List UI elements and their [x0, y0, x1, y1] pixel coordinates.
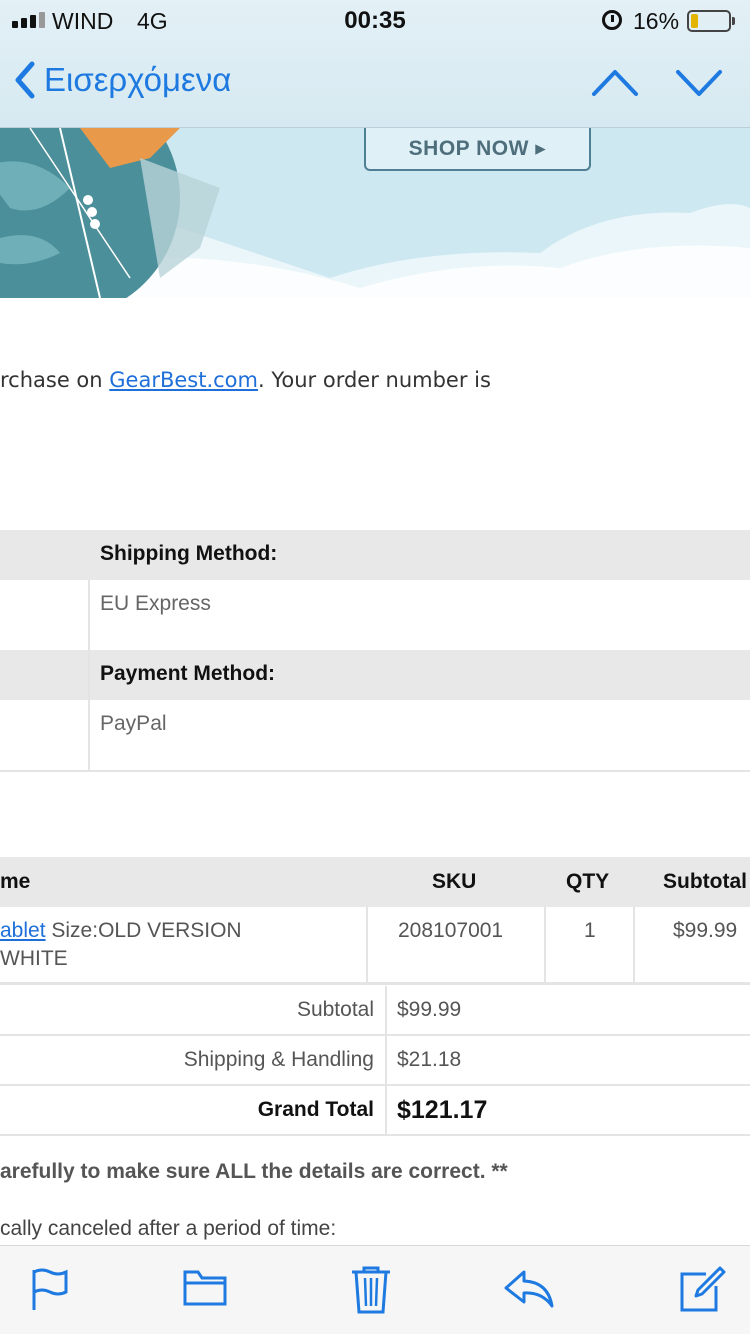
status-bar: WIND 4G 00:35 16% — [0, 0, 750, 42]
subtotal-label: Subtotal — [296, 998, 374, 1021]
grand-total-row: Grand Total $121.17 — [0, 1086, 750, 1136]
shipping-row: Shipping & Handling $21.18 — [0, 1036, 750, 1086]
header: WIND 4G 00:35 16% Εισερχόμενα — [0, 0, 750, 128]
intro-text-after: . Your order number is — [258, 368, 491, 392]
folder-icon[interactable] — [182, 1266, 228, 1308]
item-qty: 1 — [584, 919, 596, 942]
check-details-note: arefully to make sure ALL the details ar… — [0, 1160, 508, 1183]
shop-now-button[interactable]: SHOP NOW ▸ — [364, 128, 591, 171]
next-message-button[interactable] — [674, 64, 724, 100]
shipping-method-header: Shipping Method: — [0, 530, 750, 580]
gearbest-link[interactable]: GearBest.com — [109, 368, 258, 392]
order-items-table: me SKU QTY Subtotal ablet Size:OLD VERSI… — [0, 857, 750, 985]
col-sku-header: SKU — [432, 870, 477, 893]
col-subtotal-header: Subtotal — [663, 870, 747, 893]
promo-banner: SHOP NOW ▸ — [0, 128, 750, 298]
intro-text-before: rchase on — [0, 368, 110, 392]
item-link[interactable]: ablet — [0, 919, 46, 942]
shipping-method-heading: Shipping Method: — [100, 542, 278, 565]
order-intro-text: rchase on GearBest.com. Your order numbe… — [0, 368, 491, 392]
item-sku: 208107001 — [398, 919, 504, 942]
shipping-payment-table: Shipping Method: EU Express Payment Meth… — [0, 530, 750, 772]
subtotal-row: Subtotal $99.99 — [0, 986, 750, 1036]
battery-icon — [687, 10, 735, 32]
payment-method-heading: Payment Method: — [100, 662, 276, 685]
subtotal-value: $99.99 — [397, 998, 462, 1021]
cancellation-note: cally canceled after a period of time: — [0, 1217, 337, 1240]
col-name-header: me — [0, 870, 31, 893]
back-button[interactable]: Εισερχόμενα — [14, 60, 231, 100]
grand-total-value: $121.17 — [397, 1096, 488, 1124]
back-label: Εισερχόμενα — [44, 61, 232, 98]
flag-icon[interactable] — [28, 1266, 70, 1312]
compose-icon[interactable] — [678, 1266, 726, 1314]
alarm-icon — [602, 10, 622, 30]
table-row: ablet Size:OLD VERSION WHITE 208107001 1… — [0, 907, 750, 985]
payment-method-value: PayPal — [100, 712, 167, 735]
bottom-toolbar — [0, 1245, 750, 1334]
table-header: me SKU QTY Subtotal — [0, 857, 750, 907]
cell-divider — [633, 907, 635, 985]
battery-percent: 16% — [633, 8, 680, 34]
payment-method-header: Payment Method: — [0, 650, 750, 700]
col-qty-header: QTY — [566, 870, 610, 893]
reply-icon[interactable] — [502, 1266, 556, 1310]
cell-divider — [544, 907, 546, 985]
item-color: WHITE — [0, 947, 68, 970]
item-variant: Size:OLD VERSION — [45, 919, 242, 942]
previous-message-button[interactable] — [590, 64, 640, 100]
cell-divider — [366, 907, 368, 985]
chevron-left-icon — [15, 61, 35, 99]
shipping-method-value: EU Express — [100, 592, 211, 615]
item-name: ablet Size:OLD VERSION — [0, 919, 242, 943]
shipping-value: $21.18 — [397, 1048, 462, 1071]
grand-total-label: Grand Total — [257, 1098, 374, 1121]
trash-icon[interactable] — [350, 1266, 392, 1314]
totals-table: Subtotal $99.99 Shipping & Handling $21.… — [0, 986, 750, 1136]
shipping-label: Shipping & Handling — [183, 1048, 374, 1071]
column-divider — [88, 580, 90, 772]
item-subtotal: $99.99 — [673, 919, 738, 942]
